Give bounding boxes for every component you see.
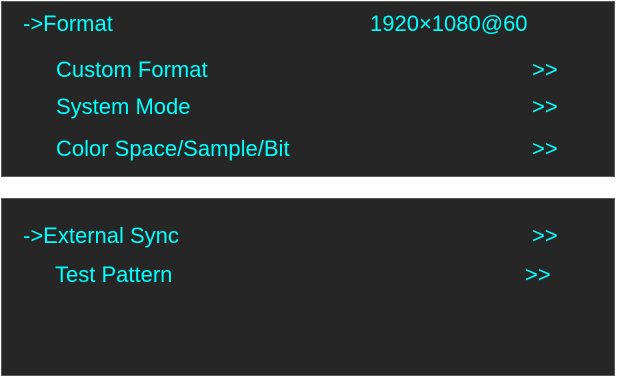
menu-item-value: 1920×1080@60: [370, 11, 528, 36]
menu-item-label: Test Pattern: [55, 262, 173, 287]
submenu-arrow: >>: [525, 262, 551, 287]
submenu-arrow: >>: [532, 57, 558, 82]
menu-item-label: ->External Sync: [23, 223, 179, 248]
submenu-arrow: >>: [532, 94, 558, 119]
menu-item-label: ->Format: [23, 11, 113, 36]
menu-panel-top: ->Format 1920×1080@60 Custom Format >> S…: [1, 1, 615, 177]
menu-item-system-mode[interactable]: System Mode >>: [2, 89, 614, 125]
menu-item-test-pattern[interactable]: Test Pattern >>: [2, 257, 614, 293]
menu-item-color-space[interactable]: Color Space/Sample/Bit >>: [2, 131, 614, 167]
submenu-arrow: >>: [532, 223, 558, 248]
menu-item-format[interactable]: ->Format 1920×1080@60: [2, 6, 614, 42]
menu-item-custom-format[interactable]: Custom Format >>: [2, 52, 614, 88]
menu-item-external-sync[interactable]: ->External Sync >>: [2, 218, 614, 254]
menu-item-label: Custom Format: [56, 57, 208, 82]
submenu-arrow: >>: [532, 136, 558, 161]
menu-item-label: System Mode: [56, 94, 191, 119]
menu-item-label: Color Space/Sample/Bit: [56, 136, 290, 161]
menu-panel-bottom: ->External Sync >> Test Pattern >>: [1, 198, 615, 376]
